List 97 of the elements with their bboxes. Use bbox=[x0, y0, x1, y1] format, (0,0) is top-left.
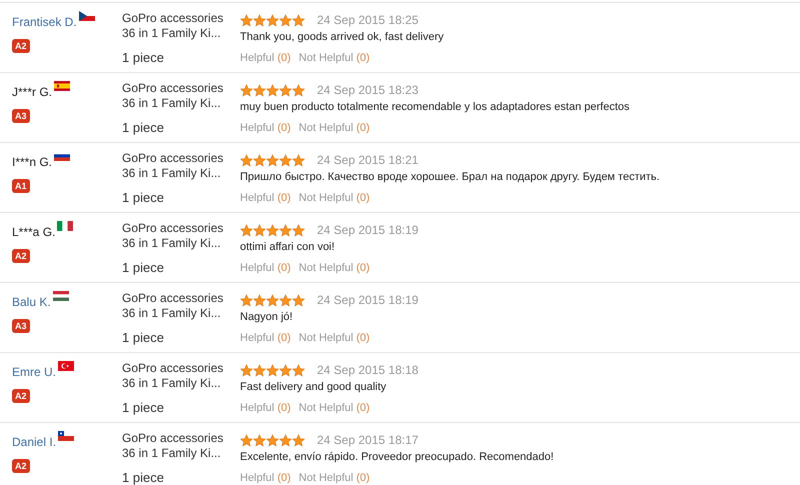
product-title: GoPro accessories 36 in 1 Family Ki... bbox=[122, 81, 224, 111]
flag-icon bbox=[54, 81, 70, 91]
quantity-text: 1 piece bbox=[122, 400, 165, 415]
not-helpful-link[interactable]: Not Helpful (0) bbox=[298, 262, 370, 274]
review-date: 24 Sep 2015 18:19 bbox=[317, 223, 418, 237]
star-icon bbox=[240, 84, 253, 96]
star-icon bbox=[253, 154, 266, 166]
reviewer-name[interactable]: Daniel I. bbox=[12, 435, 56, 449]
star-icon bbox=[240, 154, 253, 166]
star-icon bbox=[279, 224, 292, 236]
review-text: Excelente, envío rápido. Proveedor preocupado. Recomendado! bbox=[240, 451, 555, 463]
product-title: GoPro accessories 36 in 1 Family Ki... bbox=[122, 11, 224, 41]
star-icon bbox=[279, 84, 292, 96]
star-icon bbox=[253, 224, 266, 236]
reviewer-name[interactable]: Emre U. bbox=[12, 365, 56, 379]
reviewer-name: I***n G. bbox=[12, 155, 52, 169]
quantity-text: 1 piece bbox=[122, 50, 165, 65]
review-date: 24 Sep 2015 18:18 bbox=[317, 363, 418, 377]
level-badge: A1 bbox=[12, 179, 30, 193]
star-icon bbox=[279, 364, 292, 376]
not-helpful-link[interactable]: Not Helpful (0) bbox=[298, 122, 370, 134]
product-title: GoPro accessories 36 in 1 Family Ki... bbox=[122, 151, 224, 181]
star-icon bbox=[292, 364, 305, 376]
star-icon bbox=[240, 294, 253, 306]
flag-icon bbox=[52, 291, 69, 301]
review-text: muy buen producto totalmente recomendable y los adaptadores estan perfectos bbox=[240, 101, 631, 113]
star-icon bbox=[292, 294, 305, 306]
star-icon bbox=[240, 434, 253, 446]
star-icon bbox=[279, 294, 292, 306]
flag-icon bbox=[57, 221, 74, 231]
star-icon bbox=[253, 364, 266, 376]
helpful-link[interactable]: Helpful (0) bbox=[240, 262, 291, 274]
review-text: ottimi affari con voi! bbox=[240, 241, 336, 253]
flag-icon bbox=[58, 431, 74, 441]
review-text: Пришло быстро. Качество вроде хорошее. Брал на подарок другу. Будем тестить. bbox=[240, 171, 661, 183]
review-date: 24 Sep 2015 18:25 bbox=[317, 13, 418, 27]
helpful-link[interactable]: Helpful (0) bbox=[240, 402, 291, 414]
star-icon bbox=[266, 434, 279, 446]
helpful-link[interactable]: Helpful (0) bbox=[240, 472, 291, 484]
level-badge: A2 bbox=[12, 249, 30, 263]
star-icon bbox=[266, 14, 279, 26]
review-date: 24 Sep 2015 18:19 bbox=[317, 293, 418, 307]
star-icon bbox=[266, 224, 279, 236]
reviewer-name[interactable]: Frantisek D. bbox=[12, 15, 77, 29]
star-icon bbox=[279, 154, 292, 166]
quantity-text: 1 piece bbox=[122, 120, 165, 135]
not-helpful-link[interactable]: Not Helpful (0) bbox=[298, 332, 370, 344]
helpful-link[interactable]: Helpful (0) bbox=[240, 332, 291, 344]
product-title: GoPro accessories 36 in 1 Family Ki... bbox=[122, 291, 224, 321]
flag-icon bbox=[58, 361, 74, 371]
star-icon bbox=[279, 14, 292, 26]
quantity-text: 1 piece bbox=[122, 190, 165, 205]
level-badge: A3 bbox=[12, 319, 30, 333]
helpful-link[interactable]: Helpful (0) bbox=[240, 52, 291, 64]
review-text: Nagyon jó! bbox=[240, 311, 294, 323]
review-text: Thank you, goods arrived ok, fast delivery bbox=[240, 31, 445, 43]
reviewer-name: L***a G. bbox=[12, 225, 56, 239]
helpful-link[interactable]: Helpful (0) bbox=[240, 192, 291, 204]
star-icon bbox=[266, 154, 279, 166]
star-icon bbox=[240, 224, 253, 236]
review-text: Fast delivery and good quality bbox=[240, 381, 388, 393]
helpful-link[interactable]: Helpful (0) bbox=[240, 122, 291, 134]
quantity-text: 1 piece bbox=[122, 260, 165, 275]
product-title: GoPro accessories 36 in 1 Family Ki... bbox=[122, 431, 224, 461]
flag-icon bbox=[78, 11, 95, 21]
star-icon bbox=[266, 294, 279, 306]
quantity-text: 1 piece bbox=[122, 470, 165, 485]
product-title: GoPro accessories 36 in 1 Family Ki... bbox=[122, 361, 224, 391]
level-badge: A2 bbox=[12, 39, 30, 53]
not-helpful-link[interactable]: Not Helpful (0) bbox=[298, 192, 370, 204]
star-icon bbox=[292, 84, 305, 96]
star-icon bbox=[240, 364, 253, 376]
reviewer-name[interactable]: Balu K. bbox=[12, 295, 51, 309]
not-helpful-link[interactable]: Not Helpful (0) bbox=[298, 402, 370, 414]
star-icon bbox=[253, 434, 266, 446]
review-date: 24 Sep 2015 18:17 bbox=[317, 433, 418, 447]
level-badge: A3 bbox=[12, 109, 30, 123]
star-icon bbox=[253, 84, 266, 96]
star-icon bbox=[292, 154, 305, 166]
star-icon bbox=[292, 434, 305, 446]
star-icon bbox=[240, 14, 253, 26]
star-icon bbox=[266, 364, 279, 376]
star-icon bbox=[266, 84, 279, 96]
product-title: GoPro accessories 36 in 1 Family Ki... bbox=[122, 221, 224, 251]
review-date: 24 Sep 2015 18:23 bbox=[317, 83, 418, 97]
reviewer-name: J***r G. bbox=[12, 85, 52, 99]
review-date: 24 Sep 2015 18:21 bbox=[317, 153, 418, 167]
not-helpful-link[interactable]: Not Helpful (0) bbox=[298, 472, 370, 484]
star-icon bbox=[279, 434, 292, 446]
star-icon bbox=[292, 224, 305, 236]
quantity-text: 1 piece bbox=[122, 330, 165, 345]
star-icon bbox=[292, 14, 305, 26]
not-helpful-link[interactable]: Not Helpful (0) bbox=[298, 52, 370, 64]
star-icon bbox=[253, 14, 266, 26]
level-badge: A2 bbox=[12, 389, 30, 403]
star-icon bbox=[253, 294, 266, 306]
level-badge: A2 bbox=[12, 459, 30, 473]
